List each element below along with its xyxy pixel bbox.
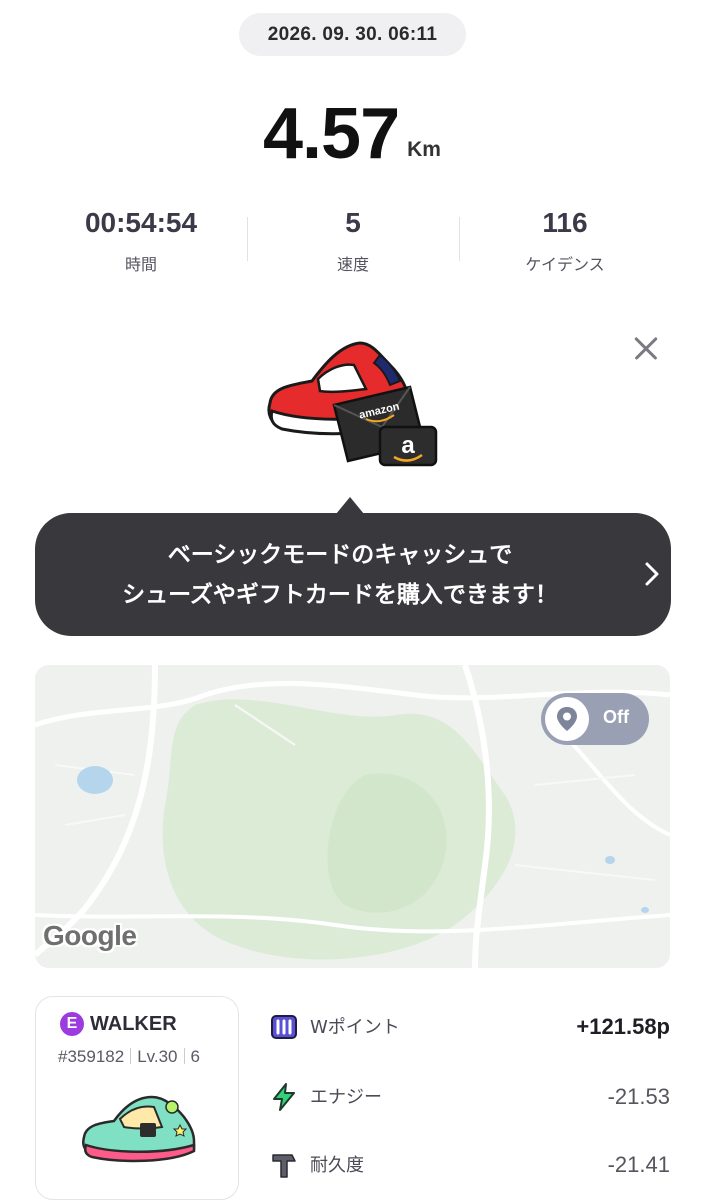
sneaker-meta: #359182 Lv.30 6 [58,1047,200,1067]
stat-cadence: 116 ケイデンス [459,205,671,285]
google-attribution: Google [43,920,137,951]
stat-cadence-label: ケイデンス [525,255,605,274]
w-point-icon [271,1015,297,1039]
sneaker-card[interactable]: E WALKER #359182 Lv.30 6 [35,996,239,1200]
reward-label-energy: エナジー [310,1087,382,1108]
energy-bolt-icon [273,1083,295,1111]
close-icon[interactable] [628,330,664,366]
workout-stats: 00:54:54 時間 5 速度 116 ケイデンス [35,205,671,285]
toggle-knob [545,697,589,741]
stat-time-label: 時間 [124,255,157,274]
reward-label-wpoint: Wポイント [310,1017,400,1038]
distance-value: 4.57 [263,94,400,174]
sneaker-image [82,1095,196,1163]
durability-hammer-icon [272,1154,296,1178]
sneaker-level: Lv.30 [137,1047,178,1066]
reward-value-wpoint: +121.58p [576,1014,670,1039]
reward-row-durability: 耐久度 -21.41 [270,1143,670,1187]
promo-line-1: ベーシックモードのキャッシュで [167,542,513,568]
stat-speed: 5 速度 [247,205,459,285]
chevron-right-icon [645,562,659,586]
stat-time-value: 00:54:54 [84,207,198,238]
amazon-gift-card-icon: a [378,425,438,467]
stat-time: 00:54:54 時間 [35,205,247,285]
sneaker-type: WALKER [90,1013,177,1035]
reward-value-energy: -21.53 [607,1084,670,1109]
distance-display: 4.57 Km [0,80,704,170]
promo-illustration: amazon a [267,341,438,467]
sneaker-type-badge: E [60,1012,84,1036]
promo-text: ベーシックモードのキャッシュで シューズやギフトカードを購入できます！ [55,535,625,615]
stat-speed-label: 速度 [336,255,369,274]
distance-unit: Km [407,138,441,161]
sneaker-id: #359182 [58,1047,125,1066]
stat-speed-value: 5 [345,207,361,238]
gift-card-letter: a [401,432,415,459]
tooltip-arrow [336,497,364,514]
location-toggle[interactable]: Off [541,693,649,745]
reward-label-durability: 耐久度 [310,1155,364,1176]
reward-value-durability: -21.41 [607,1152,670,1177]
reward-row-energy: エナジー -21.53 [270,1075,670,1119]
stat-cadence-value: 116 [542,207,588,238]
location-toggle-label: Off [603,707,629,727]
timestamp-pill: 2026. 09. 30. 06:11 [239,13,466,56]
promo-line-2: シューズやギフトカードを購入できます！ [122,582,558,608]
reward-row-wpoint: Wポイント +121.58p [270,1005,670,1049]
promo-banner[interactable]: ベーシックモードのキャッシュで シューズやギフトカードを購入できます！ [35,513,671,636]
sneaker-extra: 6 [190,1047,200,1066]
timestamp-text: 2026. 09. 30. 06:11 [267,23,438,45]
location-pin-icon [557,707,577,731]
